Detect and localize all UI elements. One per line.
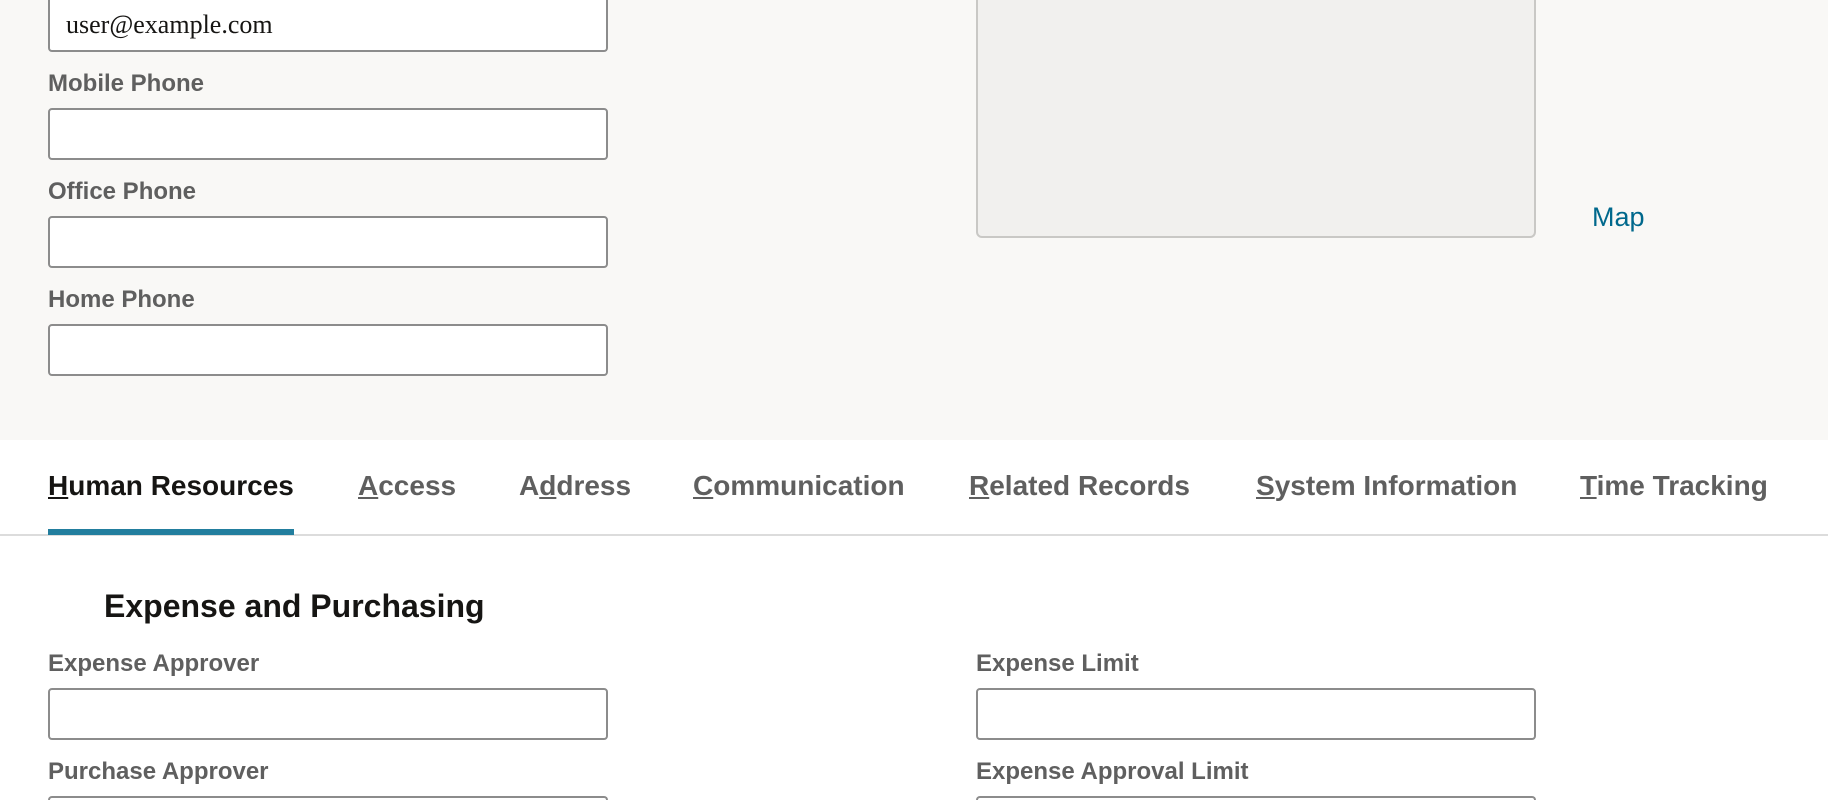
tab-label: uman Resources <box>68 470 294 501</box>
section-title: Expense and Purchasing <box>104 588 485 624</box>
tab-label: dress <box>556 470 632 501</box>
purchase-approver-label: Purchase Approver <box>48 758 269 785</box>
office-phone-field[interactable] <box>48 216 608 268</box>
tab-related-records[interactable]: Related Records <box>969 470 1190 502</box>
expense-approver-label: Expense Approver <box>48 650 260 677</box>
contact-panel: Mobile Phone Office Phone Home Phone Map <box>0 0 1828 440</box>
tab-system-information[interactable]: System Information <box>1256 470 1517 502</box>
mobile-phone-label: Mobile Phone <box>48 70 204 97</box>
home-phone-field[interactable] <box>48 324 608 376</box>
tab-address[interactable]: Address <box>519 470 631 502</box>
office-phone-label: Office Phone <box>48 178 197 205</box>
tab-label: elated Records <box>989 470 1190 501</box>
expense-limit-field[interactable] <box>976 688 1536 740</box>
tab-communication[interactable]: Communication <box>693 470 905 502</box>
record-tabs: Human Resources Access Address Communica… <box>0 440 1828 536</box>
expense-approval-limit-field[interactable] <box>976 796 1536 800</box>
address-map-preview <box>976 0 1536 238</box>
tab-label: ccess <box>378 470 457 501</box>
email-field[interactable] <box>48 0 608 52</box>
home-phone-label: Home Phone <box>48 286 195 313</box>
mobile-phone-field[interactable] <box>48 108 608 160</box>
map-link[interactable]: Map <box>1592 202 1645 233</box>
active-tab-indicator <box>48 529 294 535</box>
tab-label-start: A <box>519 470 540 501</box>
tab-mnemonic: A <box>358 470 379 501</box>
tab-label: ommunication <box>713 470 905 501</box>
tab-label: ystem Information <box>1274 470 1518 501</box>
expense-limit-label: Expense Limit <box>976 650 1139 677</box>
tab-mnemonic: C <box>693 470 714 501</box>
tab-human-resources[interactable]: Human Resources <box>48 470 294 502</box>
tab-mnemonic: H <box>48 470 69 501</box>
tab-mnemonic: R <box>969 470 990 501</box>
tab-mnemonic: T <box>1580 470 1597 501</box>
tab-time-tracking[interactable]: Time Tracking <box>1580 470 1768 502</box>
expense-approval-limit-label: Expense Approval Limit <box>976 758 1249 785</box>
tab-label: ime Tracking <box>1596 470 1768 501</box>
tab-access[interactable]: Access <box>358 470 456 502</box>
tab-mnemonic: d <box>539 470 557 501</box>
tab-mnemonic: S <box>1256 470 1275 501</box>
purchase-approver-field[interactable] <box>48 796 608 800</box>
expense-approver-field[interactable] <box>48 688 608 740</box>
